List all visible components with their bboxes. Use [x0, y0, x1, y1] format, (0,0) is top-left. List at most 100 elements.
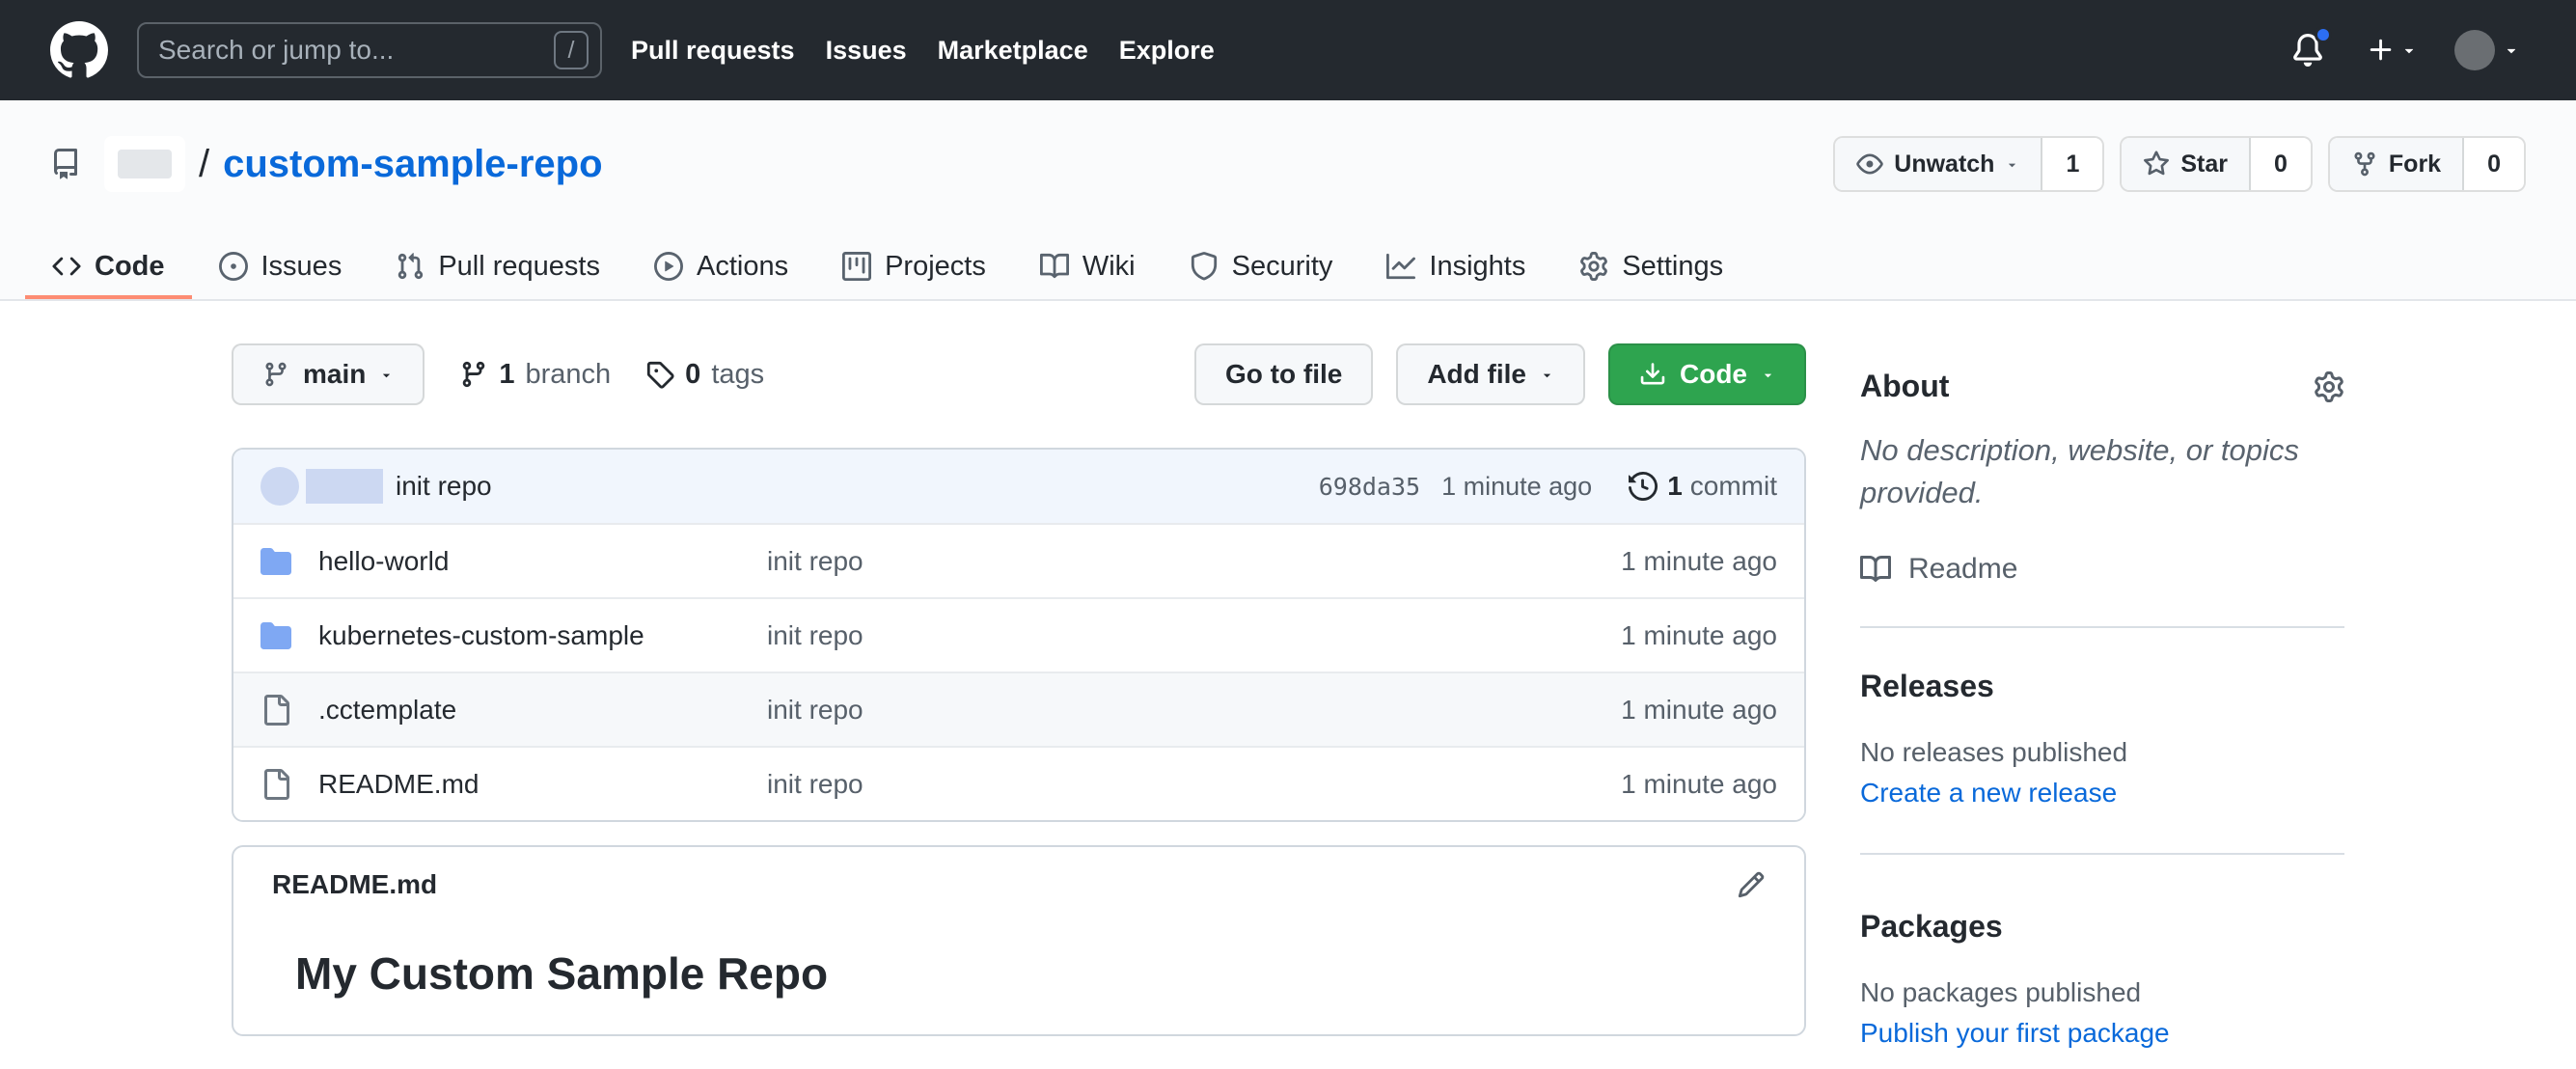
- create-new-menu[interactable]: [2367, 36, 2418, 65]
- repo-tab-nav: Code Issues Pull requests Actions Projec…: [0, 237, 2576, 299]
- tab-settings[interactable]: Settings: [1552, 237, 1750, 299]
- repo-owner-redacted[interactable]: [104, 136, 185, 192]
- eye-icon: [1856, 151, 1883, 178]
- search-input[interactable]: [158, 35, 554, 66]
- book-icon: [1040, 252, 1069, 281]
- table-row[interactable]: .cctemplate init repo 1 minute ago: [233, 672, 1804, 746]
- notifications-bell-icon[interactable]: [2291, 26, 2332, 67]
- code-download-button[interactable]: Code: [1608, 343, 1806, 405]
- file-icon: [260, 695, 293, 726]
- fork-count[interactable]: 0: [2464, 138, 2524, 190]
- chevron-down-icon: [379, 368, 394, 382]
- watch-count[interactable]: 1: [2042, 138, 2103, 190]
- commit-hash-link[interactable]: 698da35: [1319, 473, 1420, 501]
- fork-icon: [2351, 151, 2378, 178]
- tab-wiki[interactable]: Wiki: [1013, 237, 1163, 299]
- file-commit-message[interactable]: init repo: [767, 695, 1621, 726]
- tab-code[interactable]: Code: [25, 237, 192, 299]
- file-tree-box: init repo 698da35 1 minute ago 1 commit …: [232, 448, 1806, 822]
- add-file-button[interactable]: Add file: [1396, 343, 1585, 405]
- readme-anchor-link[interactable]: Readme: [1860, 553, 2344, 586]
- table-row[interactable]: README.md init repo 1 minute ago: [233, 746, 1804, 820]
- tab-pull-requests[interactable]: Pull requests: [369, 237, 627, 299]
- nav-marketplace[interactable]: Marketplace: [938, 36, 1088, 66]
- branches-link[interactable]: 1 branch: [459, 359, 611, 391]
- file-commit-message[interactable]: init repo: [767, 620, 1621, 651]
- global-nav: Pull requests Issues Marketplace Explore: [631, 36, 1215, 66]
- repo-name-link[interactable]: custom-sample-repo: [223, 143, 602, 186]
- packages-title[interactable]: Packages: [1860, 909, 2003, 944]
- branch-word: branch: [525, 358, 612, 390]
- commit-author-avatar[interactable]: [260, 467, 299, 506]
- avatar[interactable]: [2454, 30, 2495, 70]
- current-branch-label: main: [303, 359, 367, 389]
- nav-issues[interactable]: Issues: [826, 36, 907, 66]
- fork-button-group: Fork 0: [2327, 136, 2526, 192]
- releases-empty-text: No releases published: [1860, 737, 2128, 768]
- unread-notifications-dot: [2315, 26, 2332, 43]
- file-updated-time: 1 minute ago: [1621, 545, 1777, 576]
- nav-explore[interactable]: Explore: [1119, 36, 1215, 66]
- chevron-down-icon: [2503, 41, 2520, 59]
- about-title: About: [1860, 369, 1950, 403]
- tab-insights[interactable]: Insights: [1359, 237, 1552, 299]
- folder-icon: [260, 620, 293, 651]
- file-commit-message[interactable]: init repo: [767, 769, 1621, 800]
- unwatch-button[interactable]: Unwatch: [1835, 138, 2043, 190]
- github-logo-icon[interactable]: [50, 21, 108, 79]
- chevron-down-icon: [1761, 368, 1775, 382]
- file-commit-message[interactable]: init repo: [767, 546, 1621, 577]
- tab-issues[interactable]: Issues: [192, 237, 370, 299]
- file-name-link[interactable]: .cctemplate: [318, 695, 767, 726]
- breadcrumb-separator: /: [199, 142, 210, 185]
- download-icon: [1639, 361, 1666, 388]
- pencil-icon[interactable]: [1737, 870, 1766, 899]
- file-name-link[interactable]: README.md: [318, 769, 767, 800]
- file-updated-time: 1 minute ago: [1621, 768, 1777, 799]
- unwatch-label: Unwatch: [1894, 150, 1995, 178]
- file-name-link[interactable]: hello-world: [318, 546, 767, 577]
- table-row[interactable]: hello-world init repo 1 minute ago: [233, 523, 1804, 597]
- fork-button[interactable]: Fork: [2329, 138, 2465, 190]
- project-board-icon: [842, 252, 871, 281]
- user-menu[interactable]: [2454, 30, 2520, 70]
- releases-section: Releases No releases published Create a …: [1860, 628, 2344, 856]
- nav-pull-requests[interactable]: Pull requests: [631, 36, 795, 66]
- tab-projects[interactable]: Projects: [815, 237, 1013, 299]
- commit-count-word[interactable]: commit: [1690, 471, 1777, 502]
- commit-count[interactable]: 1: [1667, 471, 1683, 502]
- create-release-link[interactable]: Create a new release: [1860, 778, 2117, 809]
- star-count[interactable]: 0: [2251, 138, 2311, 190]
- shield-icon: [1190, 252, 1219, 281]
- star-label: Star: [2180, 150, 2228, 178]
- star-button[interactable]: Star: [2122, 138, 2251, 190]
- search-box[interactable]: /: [137, 22, 602, 78]
- repo-social-actions: Unwatch 1 Star 0 Fork 0: [1833, 136, 2526, 192]
- tab-actions[interactable]: Actions: [627, 237, 815, 299]
- global-header: / Pull requests Issues Marketplace Explo…: [0, 0, 2576, 100]
- redaction-overlay: [118, 150, 172, 178]
- tab-security[interactable]: Security: [1163, 237, 1360, 299]
- readme-body: My Custom Sample Repo: [233, 922, 1804, 1034]
- branch-count: 1: [499, 358, 515, 390]
- branch-selector-button[interactable]: main: [232, 343, 425, 405]
- main-content: main 1 branch 0 tags Go to file Add file: [232, 301, 2344, 1069]
- file-name-link[interactable]: kubernetes-custom-sample: [318, 620, 767, 651]
- gear-icon[interactable]: [2314, 371, 2344, 402]
- tags-link[interactable]: 0 tags: [645, 359, 764, 391]
- releases-title[interactable]: Releases: [1860, 669, 1994, 703]
- commit-message-link[interactable]: init repo: [396, 471, 492, 502]
- commit-time: 1 minute ago: [1441, 471, 1593, 501]
- folder-icon: [260, 546, 293, 577]
- history-icon: [1629, 472, 1658, 501]
- git-branch-icon: [262, 361, 289, 388]
- go-to-file-button[interactable]: Go to file: [1194, 343, 1374, 405]
- tag-word: tags: [711, 358, 765, 390]
- play-icon: [654, 252, 683, 281]
- gear-icon: [1579, 252, 1608, 281]
- chevron-down-icon: [2005, 157, 2019, 172]
- table-row[interactable]: kubernetes-custom-sample init repo 1 min…: [233, 597, 1804, 672]
- tag-count: 0: [685, 358, 701, 390]
- publish-package-link[interactable]: Publish your first package: [1860, 1018, 2170, 1049]
- slash-shortcut-key: /: [554, 31, 589, 69]
